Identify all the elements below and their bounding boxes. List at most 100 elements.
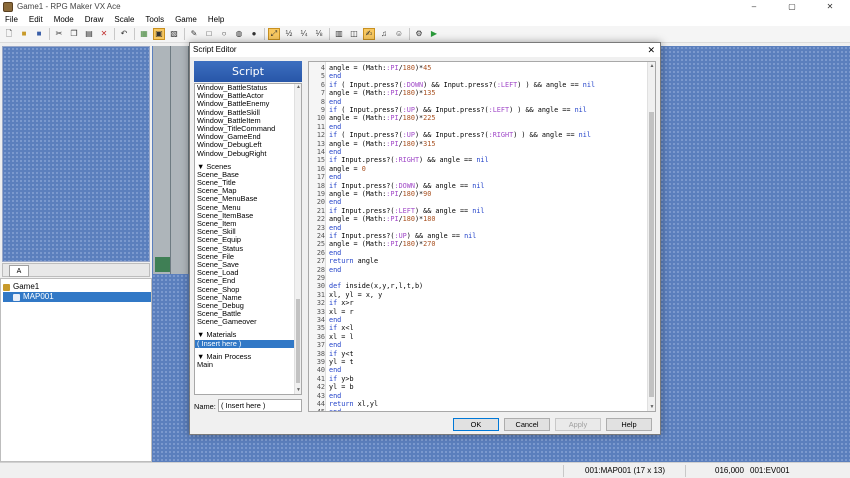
script-list-item[interactable]: ( Insert here ) xyxy=(195,339,301,348)
scale-1-4-icon[interactable]: ¼ xyxy=(298,28,310,40)
code-text: end xyxy=(329,316,342,324)
map-layer-icon[interactable]: ▦ xyxy=(138,28,150,40)
tree-project[interactable]: Game1 xyxy=(3,282,39,292)
scroll-thumb[interactable] xyxy=(649,112,654,397)
code-text: if ( Input.press?(:DOWN) && Input.press?… xyxy=(329,80,596,89)
code-line: 5 end xyxy=(309,72,341,80)
code-text: if y>b xyxy=(329,374,354,383)
script-editor-icon[interactable]: ✍ xyxy=(363,28,375,40)
toolbar-separator xyxy=(134,28,135,40)
line-number: 21 xyxy=(316,206,325,215)
code-text: angle = (Math::PI/180)*225 xyxy=(329,114,436,123)
line-number: 16 xyxy=(316,164,325,173)
code-line: 45end xyxy=(309,408,341,411)
code-text: end xyxy=(329,72,342,81)
code-line: 19 angle = (Math::PI/180)*90 xyxy=(309,190,432,198)
database-icon[interactable]: ▥ xyxy=(333,28,345,40)
line-number: 45 xyxy=(309,408,326,411)
scroll-thumb[interactable] xyxy=(296,299,300,383)
new-icon[interactable]: 🗋 xyxy=(3,28,15,40)
code-line: 8 end xyxy=(309,98,341,106)
tileset-palette[interactable] xyxy=(2,46,150,262)
close-button[interactable]: ✕ xyxy=(816,0,844,13)
menu-draw[interactable]: Draw xyxy=(80,13,110,26)
cut-icon[interactable]: ✂ xyxy=(53,28,65,40)
scroll-up-icon[interactable]: ▲ xyxy=(295,84,301,91)
fill-icon[interactable]: ◍ xyxy=(233,28,245,40)
code-text: end xyxy=(329,148,342,156)
paste-icon[interactable]: ▤ xyxy=(83,28,95,40)
line-number: 20 xyxy=(316,198,325,207)
region-icon[interactable]: ▧ xyxy=(168,28,180,40)
line-number: 35 xyxy=(316,324,325,333)
ok-button[interactable]: OK xyxy=(453,418,499,431)
event-layer-icon[interactable]: ▣ xyxy=(153,28,165,40)
code-line: 20 end xyxy=(309,198,341,206)
menu-scale[interactable]: Scale xyxy=(109,13,140,26)
save-icon[interactable]: ■ xyxy=(33,28,45,40)
tree-map-item[interactable]: MAP001 xyxy=(3,292,151,302)
scroll-down-icon[interactable]: ▼ xyxy=(295,387,301,394)
menu-edit[interactable]: Edit xyxy=(24,13,49,26)
line-number: 32 xyxy=(316,299,325,308)
scroll-up-icon[interactable]: ▲ xyxy=(648,62,655,70)
tileset-tab-a[interactable]: A xyxy=(9,265,29,277)
code-text: if y<t xyxy=(329,349,354,358)
search-icon[interactable]: ⚙ xyxy=(413,28,425,40)
script-list-item[interactable]: Scene_Gameover xyxy=(195,318,301,326)
rectangle-icon[interactable]: □ xyxy=(203,28,215,40)
code-text: end xyxy=(329,97,342,106)
menu-file[interactable]: File xyxy=(0,13,24,26)
code-editor[interactable]: 4 angle = (Math::PI/180)*45 5 end 6 if ( Inpu… xyxy=(308,61,656,412)
code-line: 40 end xyxy=(309,366,341,374)
script-list-items: Window_BattleStatus Window_BattleActor Win… xyxy=(195,84,301,369)
script-list-item[interactable]: Window_DebugRight xyxy=(195,149,301,158)
undo-icon[interactable]: ↶ xyxy=(118,28,130,40)
line-number: 39 xyxy=(316,358,325,366)
dialog-close-button[interactable]: ✕ xyxy=(647,44,655,56)
sound-test-icon[interactable]: ♫ xyxy=(378,28,390,40)
line-number: 43 xyxy=(316,391,325,400)
open-icon[interactable]: ■ xyxy=(18,28,30,40)
line-number: 6 xyxy=(320,80,325,89)
script-list-item[interactable]: Main xyxy=(195,360,301,369)
line-number: 12 xyxy=(316,131,325,140)
menu-game[interactable]: Game xyxy=(170,13,203,26)
ellipse-icon[interactable]: ○ xyxy=(218,28,230,40)
line-number: 29 xyxy=(316,274,325,282)
delete-icon[interactable]: ✕ xyxy=(98,28,110,40)
copy-icon[interactable]: ❐ xyxy=(68,28,80,40)
pencil-icon[interactable]: ✎ xyxy=(188,28,200,40)
app-icon xyxy=(3,1,13,12)
line-number: 27 xyxy=(316,257,325,266)
toolbar-separator xyxy=(329,28,330,40)
character-generator-icon[interactable]: ☺ xyxy=(393,28,405,40)
shadow-pen-icon[interactable]: ● xyxy=(248,28,260,40)
project-icon xyxy=(3,283,10,291)
status-map: 001:MAP001 (17 x 13) xyxy=(585,466,666,475)
code-line: 15 if Input.press?(:RIGHT) && angle == ni… xyxy=(309,156,489,164)
cancel-button[interactable]: Cancel xyxy=(504,418,550,431)
code-line: 41 if y>b xyxy=(309,375,354,383)
scale-1-8-icon[interactable]: ⅛ xyxy=(313,28,325,40)
script-name-field[interactable]: ( Insert here ) xyxy=(218,399,302,412)
code-text: end xyxy=(329,265,342,274)
apply-button[interactable]: Apply xyxy=(555,418,601,431)
code-line: 22 angle = (Math::PI/180)*180 xyxy=(309,215,436,223)
code-line: 26 end xyxy=(309,249,341,257)
minimize-button[interactable]: – xyxy=(740,0,768,13)
menu-help[interactable]: Help xyxy=(203,13,230,26)
code-scrollbar[interactable]: ▲ ▼ xyxy=(647,62,655,411)
help-button[interactable]: Help xyxy=(606,418,652,431)
maximize-button[interactable]: ▢ xyxy=(778,0,806,13)
scale-1-1-icon[interactable]: ⤢ xyxy=(268,28,280,40)
line-number: 8 xyxy=(320,97,325,106)
script-list-scrollbar[interactable]: ▲ ▼ xyxy=(294,84,301,394)
scroll-down-icon[interactable]: ▼ xyxy=(648,403,655,411)
resource-manager-icon[interactable]: ◫ xyxy=(348,28,360,40)
menu-tools[interactable]: Tools xyxy=(140,13,170,26)
playtest-icon[interactable]: ▶ xyxy=(428,28,440,40)
line-number: 25 xyxy=(316,240,325,249)
menu-mode[interactable]: Mode xyxy=(49,13,80,26)
scale-1-2-icon[interactable]: ½ xyxy=(283,28,295,40)
